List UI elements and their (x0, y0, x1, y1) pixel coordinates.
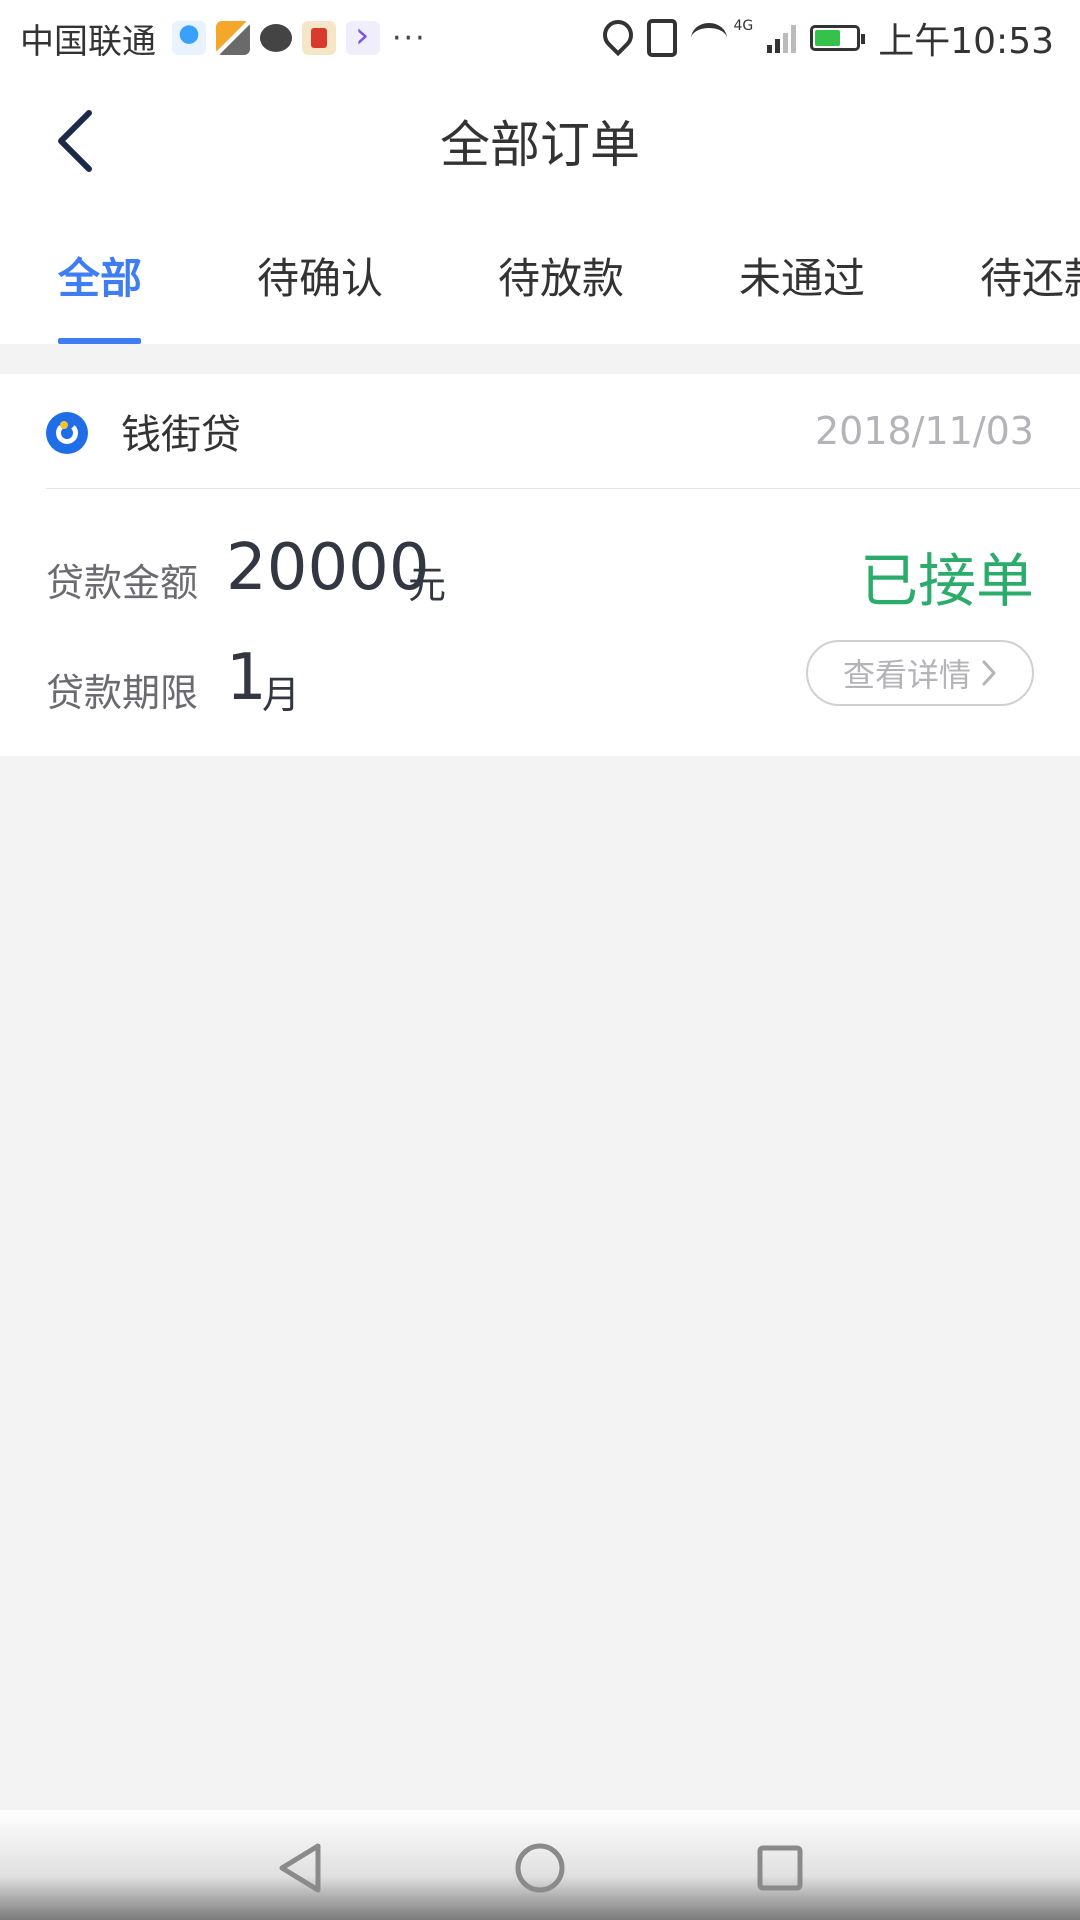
order-status-badge: 已接单 (859, 547, 1034, 615)
network-type-label: 4G (733, 18, 754, 34)
wechat-icon (260, 24, 292, 52)
order-card[interactable]: 钱街贷 2018/11/03 贷款金额 20000 元 贷款期限 1 月 已接单… (0, 374, 1080, 756)
loan-amount-unit: 元 (408, 563, 447, 607)
lender-name: 钱街贷 (121, 412, 241, 458)
chevron-right-icon (982, 660, 996, 686)
tab-pending-disbursement[interactable]: 待放款 (498, 206, 624, 344)
nav-recents-button[interactable] (750, 1838, 810, 1898)
active-tab-indicator (58, 338, 141, 344)
loan-amount-value: 20000 (226, 531, 430, 605)
system-nav-bar (0, 1810, 1080, 1920)
tab-pending-confirm[interactable]: 待确认 (257, 206, 383, 344)
vibrate-icon (647, 19, 678, 57)
view-details-label: 查看详情 (842, 656, 971, 694)
wifi-icon (691, 22, 728, 54)
battery-fill (815, 30, 841, 46)
signal-icon (767, 23, 797, 53)
home-circle-icon (515, 1843, 565, 1893)
account-app-icon (172, 21, 206, 55)
loan-amount-label: 贷款金额 (46, 561, 199, 605)
tab-all[interactable]: 全部 (58, 206, 142, 344)
loan-term-unit: 月 (262, 673, 301, 717)
page-title: 全部订单 (440, 116, 640, 174)
battery-icon (810, 25, 866, 51)
screen: 中国联通 ··· 4G 上午10:53 全部订单 全部 待确认 (0, 0, 1080, 1920)
back-triangle-icon (279, 1843, 321, 1893)
carrier-label: 中国联通 (20, 21, 156, 62)
lender-logo-icon (46, 412, 88, 454)
nav-back-button[interactable] (270, 1838, 330, 1898)
order-date: 2018/11/03 (814, 409, 1034, 453)
nav-home-button[interactable] (510, 1838, 570, 1898)
red-app-icon (302, 21, 336, 55)
status-bar: 中国联通 ··· 4G 上午10:53 (0, 0, 1080, 76)
tab-pending-repayment[interactable]: 待还款 (980, 206, 1080, 344)
status-right: 4G 上午10:53 (589, 0, 1054, 76)
status-left: 中国联通 ··· (20, 0, 427, 76)
header: 全部订单 (0, 76, 1080, 206)
recents-square-icon (757, 1845, 803, 1891)
location-icon (597, 13, 640, 57)
tab-not-approved[interactable]: 未通过 (739, 206, 865, 344)
loan-term-value: 1 (226, 641, 267, 715)
bolt-app-icon (216, 21, 250, 55)
order-card-header: 钱街贷 2018/11/03 (46, 374, 1080, 489)
clock: 上午10:53 (878, 21, 1054, 62)
loan-term-label: 贷款期限 (46, 671, 199, 715)
view-details-button[interactable]: 查看详情 (806, 640, 1034, 706)
tab-bar: 全部 待确认 待放款 未通过 待还款 (0, 206, 1080, 344)
video-app-icon (346, 15, 380, 56)
more-notifications-icon: ··· (392, 20, 427, 56)
